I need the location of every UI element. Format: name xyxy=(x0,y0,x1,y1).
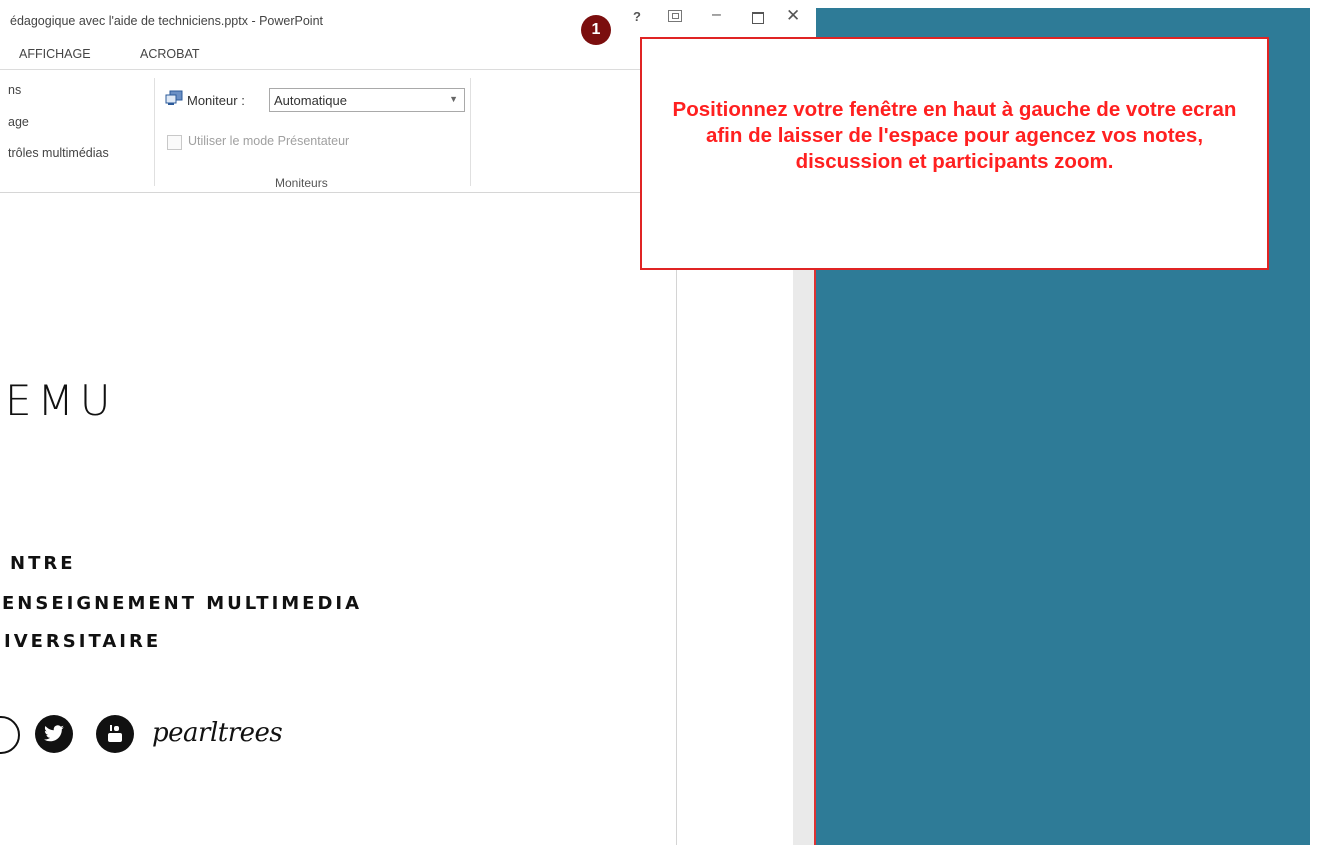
tab-acrobat[interactable]: ACROBAT xyxy=(140,47,200,61)
tab-affichage[interactable]: AFFICHAGE xyxy=(19,47,91,61)
ribbon-item-media-controls[interactable]: trôles multimédias xyxy=(8,146,109,160)
monitor-select-value: Automatique xyxy=(274,93,347,108)
monitor-label: Moniteur : xyxy=(187,93,245,108)
slide-text-line-3: IVERSITAIRE xyxy=(4,631,162,652)
window-title: édagogique avec l'aide de techniciens.pp… xyxy=(10,14,324,28)
ribbon-item-partial-1[interactable]: ns xyxy=(8,83,21,97)
scrollbar-track[interactable] xyxy=(793,270,816,845)
monitor-select[interactable]: Automatique ▼ xyxy=(269,88,465,112)
ribbon-group-separator-2 xyxy=(470,78,471,186)
slide-text-line-1: NTRE xyxy=(10,553,76,574)
close-icon[interactable]: ✕ xyxy=(786,6,800,26)
ribbon-group-label: Moniteurs xyxy=(275,176,328,190)
youtube-icon xyxy=(96,715,134,753)
social-icon-partial xyxy=(0,716,20,754)
step-number-badge: 1 xyxy=(581,15,611,45)
notes-panel-border xyxy=(676,193,677,845)
instruction-text: Positionnez votre fenêtre en haut à gauc… xyxy=(672,98,1237,173)
presenter-mode-label: Utiliser le mode Présentateur xyxy=(188,134,350,148)
presenter-mode-checkbox[interactable] xyxy=(167,135,182,150)
dropdown-arrow-icon: ▼ xyxy=(449,94,458,104)
twitter-icon xyxy=(35,715,73,753)
ribbon-item-partial-2[interactable]: age xyxy=(8,115,29,129)
slide-logo: EMU xyxy=(5,376,117,425)
ribbon-bottom-border xyxy=(0,192,676,193)
help-icon[interactable]: ? xyxy=(633,9,641,24)
maximize-icon[interactable] xyxy=(752,12,764,24)
minimize-icon[interactable]: – xyxy=(712,6,721,24)
ribbon-divider xyxy=(0,69,640,70)
pearltrees-logo: pearltrees xyxy=(152,718,283,748)
window-edge xyxy=(814,270,816,845)
ribbon-display-icon[interactable] xyxy=(668,10,682,22)
slide-text-line-2: ENSEIGNEMENT MULTIMEDIA xyxy=(2,593,363,614)
monitor-icon xyxy=(165,90,183,105)
instruction-callout: Positionnez votre fenêtre en haut à gauc… xyxy=(640,37,1269,270)
ribbon-group-separator xyxy=(154,78,155,186)
